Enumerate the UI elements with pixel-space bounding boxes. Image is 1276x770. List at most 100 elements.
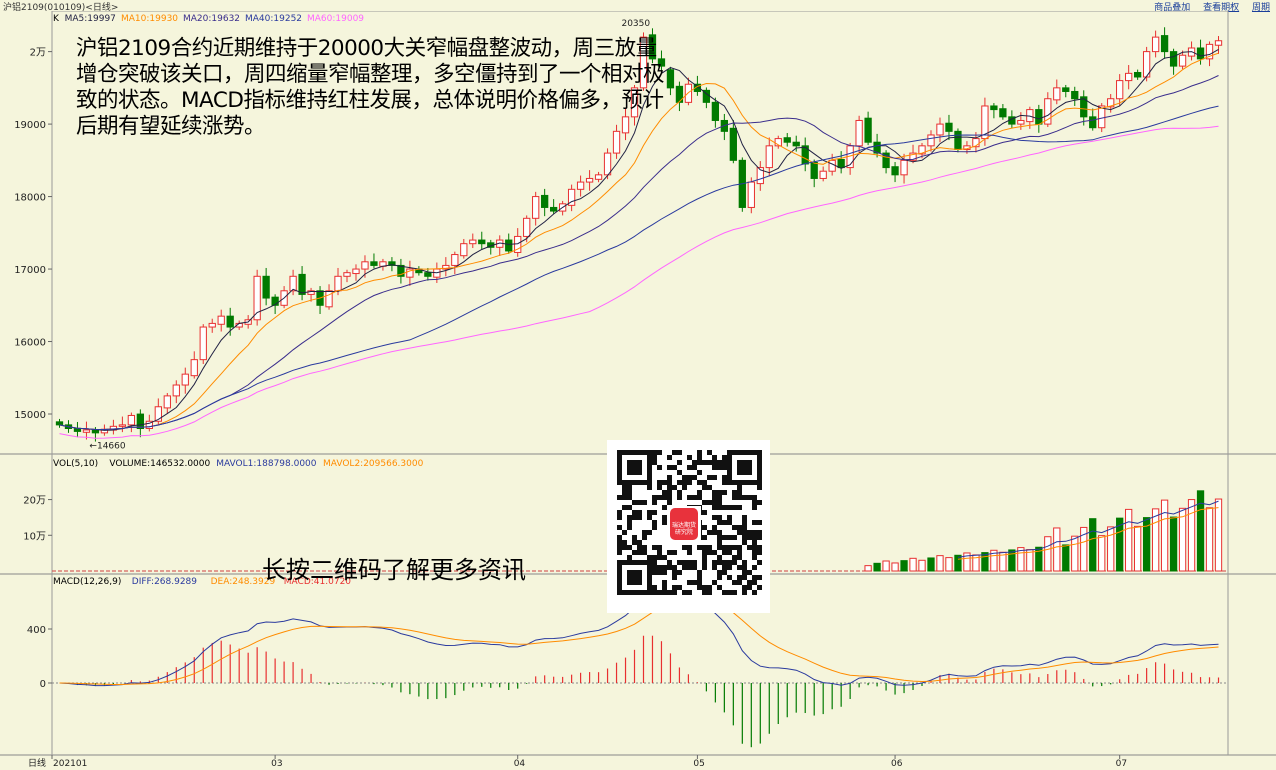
- volume-bar: [1089, 518, 1097, 572]
- y-tick-label: 17000: [14, 265, 46, 276]
- volume-bar: [936, 555, 944, 572]
- candle-body: [1098, 105, 1106, 129]
- volume-bar: [873, 562, 881, 572]
- price-legend-item: MA20:19632: [183, 14, 240, 24]
- candle-body: [603, 152, 612, 176]
- volume-bar: [1053, 527, 1061, 572]
- candle-body: [1169, 51, 1178, 67]
- candle-body: [1125, 72, 1133, 82]
- candle-body: [532, 196, 540, 219]
- candle-body: [837, 158, 845, 169]
- price-legend-item: MA10:19930: [121, 14, 178, 24]
- x-tick-label: 07: [1116, 759, 1127, 769]
- candle-body: [900, 159, 908, 176]
- candle-body: [792, 141, 800, 147]
- candle-body: [1116, 80, 1124, 100]
- x-tick-label: 06: [891, 759, 903, 769]
- candle-body: [127, 414, 136, 426]
- x-tick-label: 04: [514, 759, 526, 769]
- volume-bar: [1151, 508, 1160, 572]
- price-legend-item: MA40:19252: [245, 14, 302, 24]
- candle-body: [1134, 71, 1142, 78]
- volume-bar: [1107, 526, 1115, 572]
- y-tick-label: 15000: [14, 410, 46, 421]
- y-tick-label: 16000: [14, 338, 46, 349]
- analysis-annotation: 沪铝2109合约近期维持于20000大关窄幅盘整波动，周三放量增仓突破该关口，周…: [76, 36, 665, 139]
- candle-body: [73, 428, 82, 432]
- y-tick-label: 10万: [23, 531, 46, 542]
- x-tick-label: 03: [271, 759, 282, 769]
- title-bar: 沪铝2109(010109)<日线> 商品叠加 查看期权 周期: [0, 0, 1276, 13]
- volume-bar: [1098, 535, 1106, 572]
- qr-logo-text: 瑞达期货: [672, 521, 696, 529]
- candle-body: [1053, 87, 1061, 101]
- candle-body: [765, 145, 773, 169]
- volume-bar: [1125, 508, 1133, 572]
- y-tick-label: 400: [27, 625, 46, 636]
- volume-bar: [918, 559, 926, 572]
- candle-body: [181, 373, 189, 386]
- candle-body: [1035, 109, 1043, 125]
- candle-body: [1214, 40, 1223, 46]
- candle-body: [936, 123, 944, 136]
- candle-body: [891, 166, 899, 176]
- candle-body: [523, 217, 531, 237]
- volume-bar: [1178, 507, 1187, 572]
- qr-code[interactable]: 瑞达期货 研究院: [607, 440, 770, 613]
- volume-bar: [954, 554, 962, 572]
- candle-body: [864, 117, 872, 143]
- candle-body: [226, 315, 234, 328]
- price-legend-item: MA5:19997: [65, 14, 116, 24]
- candle-body: [828, 159, 836, 172]
- candle-body: [334, 275, 342, 292]
- period-label: 日线: [28, 757, 46, 769]
- y-tick-label: 20万: [23, 496, 46, 507]
- candle-body: [505, 239, 513, 252]
- candle-body: [585, 177, 594, 183]
- candle-body: [352, 268, 360, 275]
- volume-bar: [1134, 525, 1142, 572]
- candle-body: [199, 326, 207, 361]
- qr-caption: 长按二维码了解更多资讯: [262, 556, 526, 584]
- low-marker-label: ←14660: [89, 442, 125, 452]
- macd-legend-item: MACD(12,26,9): [53, 577, 121, 587]
- volume-bar: [1062, 544, 1070, 572]
- candle-body: [541, 194, 549, 208]
- volume-bar: [882, 560, 890, 572]
- macd-legend-item: DIFF:268.9289: [132, 577, 197, 587]
- candle-body: [451, 254, 459, 266]
- candle-body: [1178, 54, 1187, 67]
- candle-body: [253, 275, 261, 321]
- volume-legend-item: VOL(5,10): [53, 459, 98, 469]
- x-tick-label: 05: [693, 759, 704, 769]
- volume-bar: [1169, 516, 1178, 572]
- volume-bar: [1187, 499, 1196, 572]
- candle-body: [208, 322, 216, 328]
- candle-body: [945, 122, 953, 132]
- candle-body: [927, 134, 935, 147]
- candle-body: [217, 315, 225, 325]
- candle-body: [1151, 36, 1160, 53]
- volume-legend-item: MAVOL2:209566.3000: [323, 459, 424, 469]
- candle-body: [478, 239, 486, 245]
- volume-legend-item: MAVOL1:188798.0000: [216, 459, 317, 469]
- candle-body: [118, 424, 127, 427]
- candle-body: [855, 119, 863, 147]
- candle-body: [747, 181, 755, 208]
- qr-logo-text: 研究院: [675, 528, 693, 536]
- volume-bar: [1071, 535, 1079, 572]
- candle-body: [361, 261, 369, 270]
- candle-body: [999, 108, 1007, 118]
- candle-body: [1071, 90, 1079, 100]
- volume-bar: [981, 552, 989, 572]
- candle-body: [1017, 119, 1025, 125]
- volume-bar: [927, 557, 935, 572]
- y-tick-label: 18000: [14, 193, 46, 204]
- x-tick-label: 202101: [53, 759, 87, 769]
- candle-body: [550, 206, 558, 212]
- candle-body: [289, 275, 297, 292]
- y-tick-label: 0: [40, 679, 46, 690]
- volume-bar: [864, 565, 872, 572]
- volume-bar: [945, 557, 953, 572]
- high-marker-label: 20350: [621, 19, 650, 29]
